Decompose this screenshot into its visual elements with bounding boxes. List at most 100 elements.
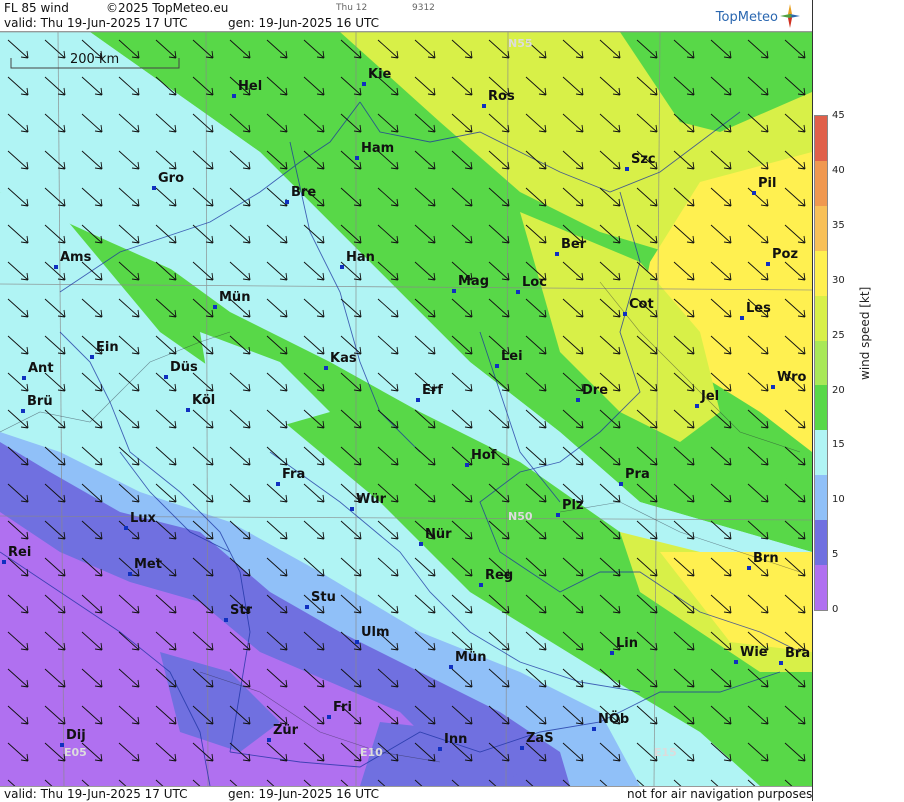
run-id: 9312 <box>412 3 435 13</box>
city-marker <box>285 200 289 204</box>
city-label: Mün <box>455 650 487 665</box>
city-label: Pra <box>625 467 650 482</box>
city-label: Ein <box>96 340 119 355</box>
city-marker <box>555 252 559 256</box>
city-label: Ber <box>561 237 587 252</box>
city-marker <box>740 316 744 320</box>
city-marker <box>438 747 442 751</box>
city-marker <box>267 738 271 742</box>
city-marker <box>419 542 423 546</box>
city-label: Dij <box>66 728 86 743</box>
city-marker <box>452 289 456 293</box>
city-marker <box>576 398 580 402</box>
city-label: Kas <box>330 351 357 366</box>
city-marker <box>516 290 520 294</box>
map-header: FL 85 wind ©2025 TopMeteo.eu Thu 12 9312… <box>0 0 812 32</box>
city-label: Kie <box>368 67 392 82</box>
city-marker <box>479 583 483 587</box>
city-label: Lux <box>130 511 156 526</box>
city-marker <box>556 513 560 517</box>
city-label: Lin <box>616 636 638 651</box>
city-label: Plz <box>562 498 584 513</box>
city-marker <box>305 605 309 609</box>
color-bar-segment <box>815 430 827 476</box>
legend-tick: 5 <box>832 549 839 561</box>
city-label: Mün <box>219 290 251 305</box>
city-label: Gro <box>158 171 185 186</box>
city-label: Wro <box>777 370 807 385</box>
city-label: Hel <box>238 79 263 94</box>
color-bar <box>814 115 828 611</box>
city-marker <box>324 366 328 370</box>
city-marker <box>495 364 499 368</box>
city-marker <box>350 507 354 511</box>
city-marker <box>734 660 738 664</box>
city-marker <box>355 156 359 160</box>
forecast-tab: Thu 12 <box>336 3 368 13</box>
city-label: Les <box>746 301 771 316</box>
city-label: Lei <box>501 349 523 364</box>
city-marker <box>416 398 420 402</box>
color-bar-segment <box>815 520 827 566</box>
color-bar-segment <box>815 565 827 611</box>
city-marker <box>21 409 25 413</box>
city-label: Wie <box>740 645 768 660</box>
city-label: Ham <box>361 141 395 156</box>
topmeteo-logo: TopMeteo <box>716 4 800 28</box>
color-bar-segment <box>815 475 827 521</box>
footer-gen: gen: 19-Jun-2025 16 UTC <box>228 787 380 801</box>
city-marker <box>224 618 228 622</box>
city-marker <box>186 408 190 412</box>
city-label: Str <box>230 603 252 618</box>
city-label: Nür <box>425 527 452 542</box>
city-label: Jel <box>701 389 720 404</box>
city-label: Bre <box>291 185 317 200</box>
city-label: Brn <box>753 551 779 566</box>
city-label: Fri <box>333 700 352 715</box>
city-marker <box>152 186 156 190</box>
city-label: Zür <box>273 723 299 738</box>
legend-tick: 45 <box>832 110 845 121</box>
city-marker <box>610 651 614 655</box>
map-footer: valid: Thu 19-Jun-2025 17 UTC gen: 19-Ju… <box>0 786 812 802</box>
city-marker <box>771 385 775 389</box>
city-label: Düs <box>170 360 198 375</box>
city-marker <box>449 665 453 669</box>
legend-tick: 15 <box>832 439 845 451</box>
city-marker <box>482 104 486 108</box>
copyright: ©2025 TopMeteo.eu <box>106 1 229 15</box>
legend-unit: wind speed [kt] <box>858 286 872 380</box>
color-bar-segment <box>815 205 827 252</box>
city-label: Ulm <box>361 625 390 640</box>
color-bar-segment <box>815 250 827 297</box>
city-marker <box>619 482 623 486</box>
city-label: NÖb <box>598 712 630 727</box>
city-marker <box>128 572 132 576</box>
city-label: Fra <box>282 467 306 482</box>
city-label: Hof <box>471 448 497 463</box>
city-marker <box>592 727 596 731</box>
color-bar-segment <box>815 385 827 431</box>
city-marker <box>779 661 783 665</box>
legend-tick: 0 <box>832 604 839 616</box>
legend-tick: 30 <box>832 274 845 286</box>
city-marker <box>124 526 128 530</box>
city-marker <box>747 566 751 570</box>
city-marker <box>213 305 217 309</box>
city-label: Mag <box>458 274 490 289</box>
disclaimer: not for air navigation purposes <box>627 787 813 801</box>
grid-label-n50: N50 <box>508 510 533 523</box>
city-marker <box>164 375 168 379</box>
grid-label-e10: E10 <box>360 746 383 759</box>
color-bar-segment <box>815 116 827 162</box>
city-marker <box>695 404 699 408</box>
city-marker <box>766 262 770 266</box>
gen-time: gen: 19-Jun-2025 16 UTC <box>228 16 380 30</box>
city-label: Ros <box>488 89 515 104</box>
footer-valid: valid: Thu 19-Jun-2025 17 UTC <box>4 787 188 801</box>
compass-icon <box>780 4 800 28</box>
city-label: Köl <box>192 393 216 408</box>
city-label: Szc <box>631 152 656 167</box>
city-marker <box>340 265 344 269</box>
valid-time: valid: Thu 19-Jun-2025 17 UTC <box>4 16 188 30</box>
